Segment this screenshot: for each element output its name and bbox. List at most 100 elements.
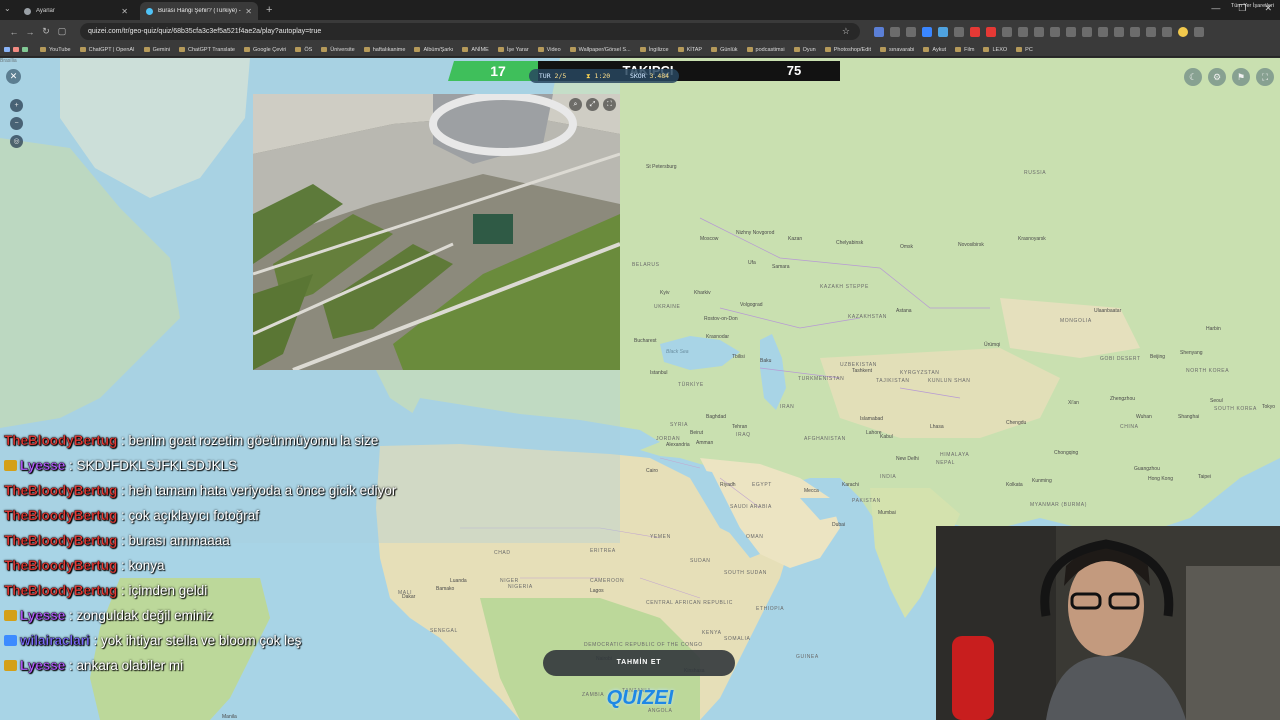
extension-icon[interactable] [1002,26,1012,37]
extension-icon[interactable] [1114,26,1124,37]
minimize-icon[interactable]: — [1211,3,1220,14]
extension-icon[interactable] [1050,26,1060,37]
bookmark-item[interactable]: Google Çeviri [244,47,286,53]
extension-icon[interactable] [1098,26,1108,37]
guess-button[interactable]: TAHMİN ET [543,650,735,676]
profile-avatar-icon[interactable] [1178,26,1188,37]
zoom-out-icon[interactable]: − [10,117,23,130]
map-region-label: TÜRKİYE [678,382,704,388]
map-region-label: YEMEN [650,534,671,540]
close-icon[interactable]: ✕ [6,69,21,84]
extension-icon[interactable] [922,26,932,37]
tab-search-icon[interactable]: ⌄ [4,4,11,13]
reload-icon[interactable]: ↻ [38,26,54,37]
bookmark-item[interactable]: Üniversite [321,47,355,53]
bookmark-label: Aykut [932,46,947,53]
folder-icon [955,47,962,52]
tab-quiz[interactable]: Burası Hangi Şehir? (Türkiye) - ... ✕ [140,2,258,20]
chat-badge-icon [4,460,17,471]
bookmark-item[interactable]: İngilizce [639,47,669,53]
close-tab-icon[interactable]: ✕ [245,7,252,16]
bookmark-item[interactable]: ANİME [462,47,489,53]
bookmark-star-icon[interactable]: ☆ [842,26,850,37]
address-bar[interactable]: quizei.com/tr/geo-quiz/quiz/68b35cfa3c3e… [80,23,860,40]
reset-icon[interactable]: ◎ [10,135,23,148]
map-region-label: UKRAINE [654,304,681,310]
site-favicon-icon [146,7,153,15]
extension-icon[interactable] [890,26,900,37]
close-tab-icon[interactable]: ✕ [121,7,128,16]
extension-icon[interactable] [1130,26,1140,37]
map-city-label: St Petersburg [646,164,677,170]
map-city-label: Baku [760,358,772,364]
zoom-icon[interactable]: ⌕ [569,98,582,111]
bookmark-item[interactable]: Film [955,47,974,53]
quiz-photo[interactable]: ⌕ ⤢ ⛶ [253,94,620,370]
folder-icon [537,47,544,52]
tab-settings[interactable]: Ayarlar ✕ [18,2,134,20]
expand-icon[interactable]: ⤢ [586,98,599,111]
extension-icon[interactable] [954,26,964,37]
bookmark-item[interactable]: PC [1016,47,1033,53]
map-region-label: CHINA [1120,424,1139,430]
extension-icon[interactable] [1082,26,1092,37]
bookmark-item[interactable]: LEXO [983,47,1007,53]
map-region-label: CHAD [494,550,511,556]
chat-text: : konya [117,558,165,573]
extension-icon[interactable] [1018,26,1028,37]
map-city-label: Islamabad [860,416,884,422]
bookmark-item[interactable]: haftalıkanime [363,47,405,53]
map-city-label: Nizhny Novgorod [736,230,775,236]
extension-icon[interactable] [1146,26,1156,37]
extension-icon[interactable] [938,26,948,37]
bookmark-label: Film [964,46,975,53]
bookmark-item[interactable]: ChatGPT | OpenAI [79,47,135,53]
bookmark-item[interactable]: podcastimsi [746,47,785,53]
chat-badge-icon [4,635,17,646]
extension-icon[interactable] [986,26,996,37]
back-icon[interactable]: ← [6,27,22,37]
bookmark-item[interactable]: İşe Yarar [497,47,529,53]
fullscreen-icon[interactable]: ⛶ [1256,68,1274,86]
bookmark-item[interactable]: sınavarabi [880,47,914,53]
bookmark-item[interactable]: Albüm/Şarkı [414,47,453,53]
map-city-label: Ürümqi [984,342,1001,348]
map-city-label: Kharkiv [694,290,711,296]
bookmark-item[interactable]: KİTAP [677,47,702,53]
folder-icon [824,47,831,52]
map-city-label: Bamako [436,586,455,592]
map-city-label: Chelyabinsk [836,240,864,246]
bookmark-item[interactable]: Video [537,47,561,53]
apps-icon[interactable] [4,47,31,52]
bookmark-item[interactable]: Photoshop/Edit [824,47,871,53]
bookmark-item[interactable]: Aykut [923,47,946,53]
bookmark-item[interactable]: Günlük [711,47,738,53]
sidebar-icon[interactable]: ▢ [54,26,70,37]
chat-message: Lyesse : zonguldak değil eminiz [4,603,404,628]
extension-icon[interactable] [874,26,884,37]
extension-icon[interactable] [1066,26,1076,37]
moon-icon[interactable]: ☾ [1184,68,1202,86]
map-city-label: Guangzhou [1134,466,1160,472]
fullscreen-icon[interactable]: ⛶ [603,98,616,111]
zoom-in-icon[interactable]: + [10,99,23,112]
all-bookmarks-button[interactable]: Tüm Yer İşaretleri [1231,3,1274,9]
bookmark-item[interactable]: ChatGPT Translate [179,47,235,53]
bookmark-item[interactable]: YouTube [40,47,71,53]
flag-icon[interactable]: ⚑ [1232,68,1250,86]
extension-icon[interactable] [1034,26,1044,37]
menu-icon[interactable] [1194,26,1204,37]
extension-icon[interactable] [1162,26,1172,37]
folder-icon [79,47,86,52]
gear-icon[interactable]: ⚙ [1208,68,1226,86]
bookmark-item[interactable]: Oyun [793,47,816,53]
extension-icon[interactable] [906,26,916,37]
extension-icon[interactable] [970,26,980,37]
map-sea-label: Black Sea [666,349,689,355]
bookmark-item[interactable]: Gemini [143,47,170,53]
photo-tools: ⌕ ⤢ ⛶ [569,98,616,111]
new-tab-icon[interactable]: + [266,4,272,16]
bookmark-item[interactable]: Wallpaper/Görsel S... [569,47,631,53]
bookmark-item[interactable]: ÖS [295,47,312,53]
forward-icon[interactable]: → [22,27,38,37]
